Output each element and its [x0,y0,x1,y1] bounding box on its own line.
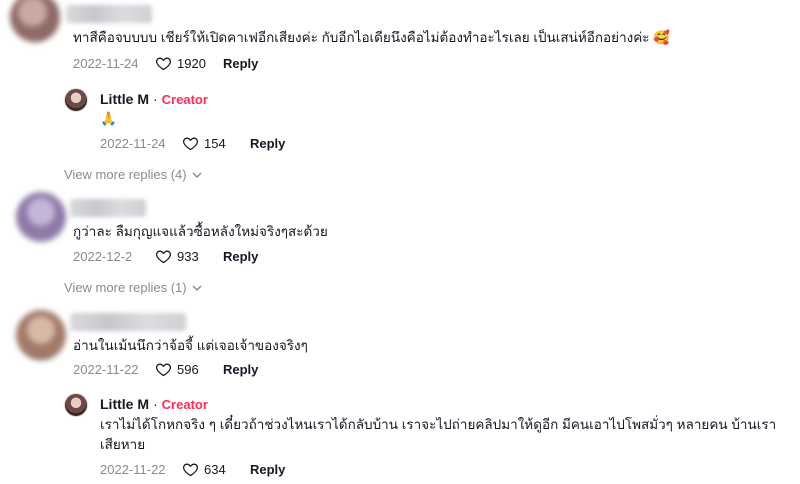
separator-dot: · [153,91,158,107]
view-more-replies[interactable]: View more replies (1) [64,280,203,295]
comment-text: ทาสีคือจบบบบ เชียร์ให้เปิดคาเฟอีกเสียงค่… [73,30,671,45]
heart-outline-icon [156,57,171,70]
reply-meta: 2022-11-22 634 Reply [100,460,285,478]
comment-date: 2022-11-24 [73,55,139,71]
like-button[interactable]: 634 [182,461,250,478]
view-more-label: View more replies (4) [64,167,187,182]
creator-name[interactable]: Little M [100,91,149,107]
heart-outline-icon [156,363,171,376]
like-count: 634 [204,461,226,477]
comment-text: อ่านในเม้นนึกว่าจ้อจี้ แต่เจอเจ้าของจริง… [73,338,308,353]
avatar[interactable] [16,192,66,242]
comment-date: 2022-12-2 [73,248,133,264]
like-count: 154 [204,135,226,151]
view-more-label: View more replies (1) [64,280,187,295]
avatar[interactable] [16,310,66,360]
username-blurred[interactable] [70,199,146,217]
creator-header: Little M · Creator [100,396,208,412]
creator-badge: Creator [161,396,208,412]
reply-button[interactable]: Reply [223,249,258,264]
reply-button[interactable]: Reply [223,362,258,377]
comment-meta: 2022-12-2 933 Reply [73,247,258,265]
username-blurred[interactable] [70,313,186,331]
like-button[interactable]: 596 [155,361,223,378]
creator-avatar[interactable] [64,88,88,112]
reply-text-line-1: เราไม่ได้โกหกจริง ๆ เดี๋ยวถ้าช่วงไหนเราไ… [100,417,777,432]
like-count: 1920 [177,55,206,71]
like-button[interactable]: 154 [182,135,250,152]
reply-text: 🙏 [100,111,117,126]
reply-button[interactable]: Reply [223,56,258,71]
heart-outline-icon [156,250,171,263]
comment-meta: 2022-11-24 1920 Reply [73,54,258,72]
separator-dot: · [153,396,158,412]
reply-date: 2022-11-24 [100,135,166,151]
chevron-down-icon [192,284,202,291]
creator-badge: Creator [161,91,208,107]
like-count: 933 [177,248,199,264]
view-more-replies[interactable]: View more replies (4) [64,167,203,182]
heart-outline-icon [183,463,198,476]
avatar[interactable] [10,0,60,42]
heart-outline-icon [183,137,198,150]
reply-meta: 2022-11-24 154 Reply [100,134,285,152]
comment-date: 2022-11-22 [73,361,139,377]
comment-text: กูว่าละ ลืมกุญแจแล้วซื้อหลังใหม่จริงๆสะด… [73,224,328,239]
like-count: 596 [177,361,199,377]
reply-button[interactable]: Reply [250,462,285,477]
reply-button[interactable]: Reply [250,136,285,151]
like-button[interactable]: 1920 [155,55,223,72]
comment-meta: 2022-11-22 596 Reply [73,360,258,378]
creator-header: Little M · Creator [100,91,208,107]
reply-date: 2022-11-22 [100,461,166,477]
creator-avatar[interactable] [64,393,88,417]
chevron-down-icon [192,171,202,178]
reply-text-line-2: เสียหาย [100,437,146,452]
username-blurred[interactable] [66,5,152,23]
like-button[interactable]: 933 [155,248,223,265]
creator-name[interactable]: Little M [100,396,149,412]
